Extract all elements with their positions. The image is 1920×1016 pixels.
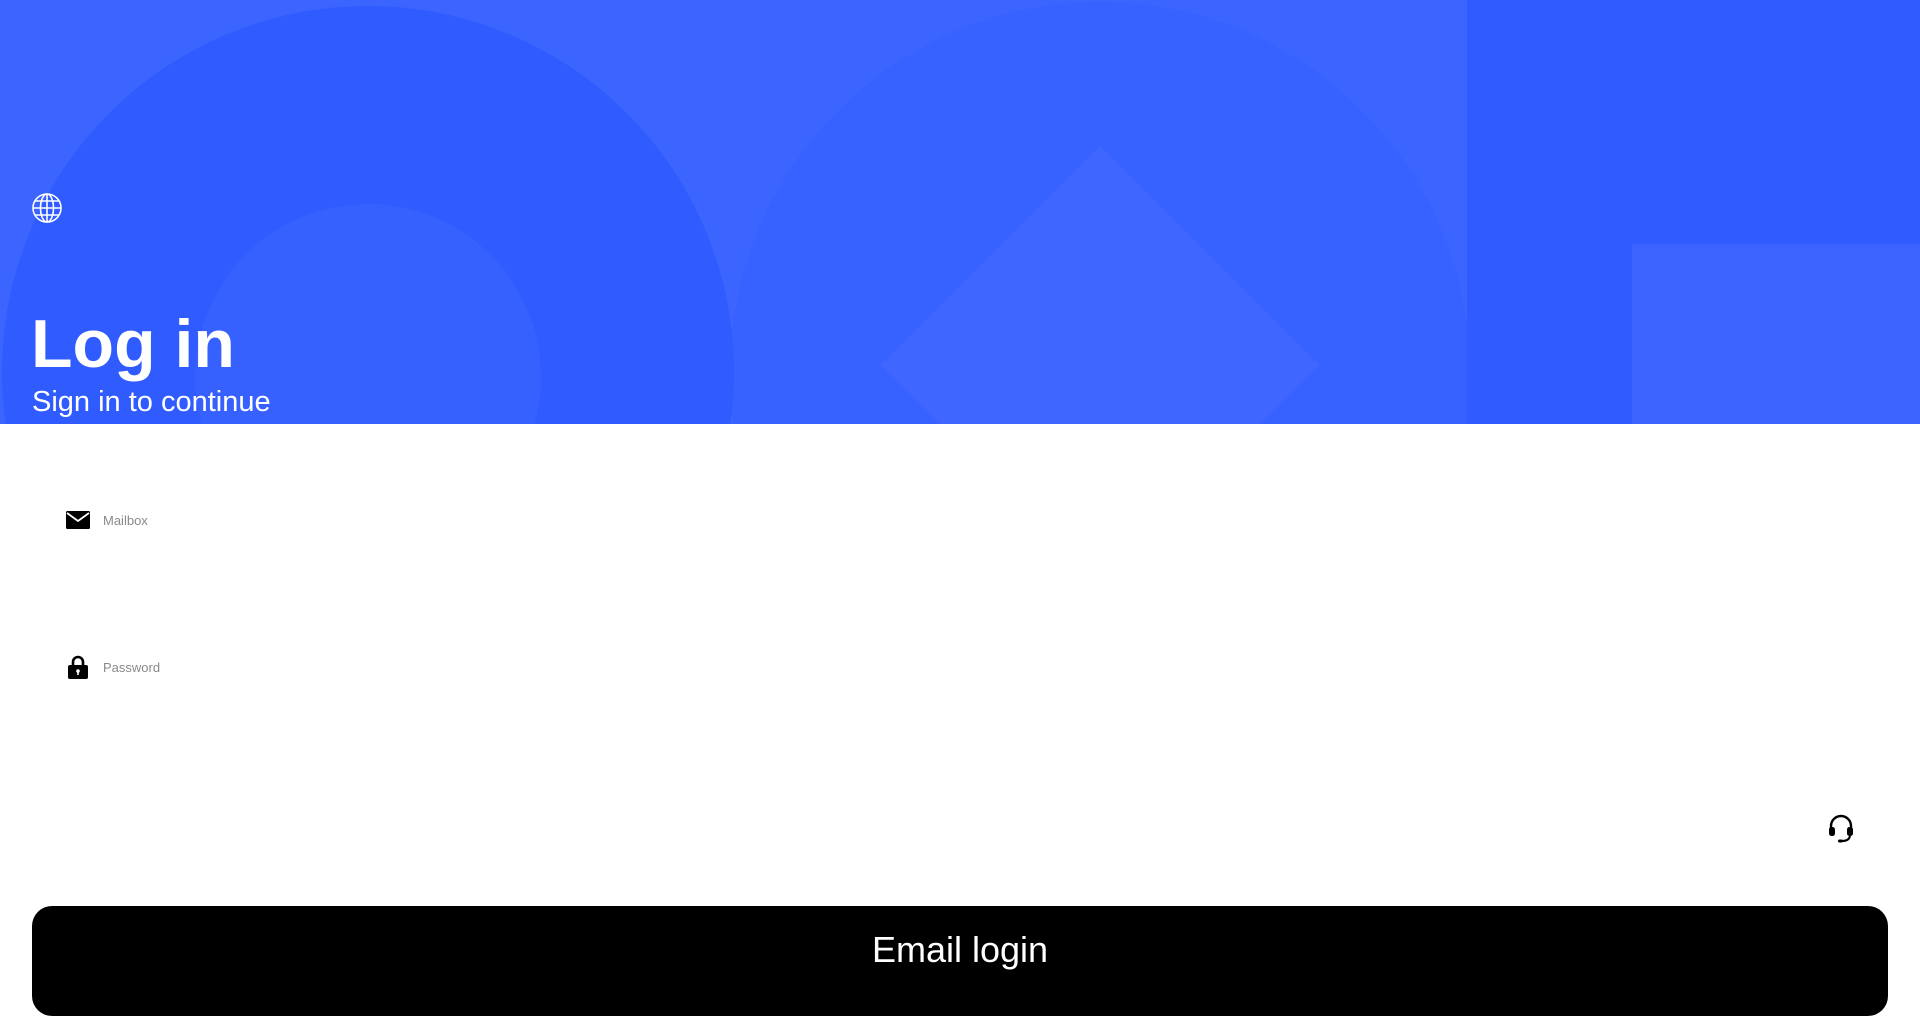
headset-icon: [1829, 814, 1853, 843]
email-login-button[interactable]: Email login: [32, 906, 1888, 1016]
language-button[interactable]: [31, 192, 63, 224]
email-login-label: Email login: [871, 928, 1049, 970]
lock-icon: [68, 655, 88, 679]
email-field[interactable]: [66, 500, 1846, 540]
page-title: Log in: [31, 306, 235, 382]
globe-icon: [32, 193, 62, 223]
mail-icon: [66, 511, 90, 529]
header-banner: Log in Sign in to continue: [0, 0, 1920, 424]
password-input[interactable]: [103, 652, 1703, 682]
email-input[interactable]: [103, 505, 1703, 535]
decorative-rectangle-inner: [1632, 244, 1920, 424]
mail-icon-wrapper: [66, 508, 90, 532]
lock-icon-wrapper: [66, 655, 90, 679]
page-subtitle: Sign in to continue: [32, 386, 271, 418]
customer-support-button[interactable]: [1826, 813, 1856, 843]
password-field[interactable]: [66, 647, 1846, 687]
